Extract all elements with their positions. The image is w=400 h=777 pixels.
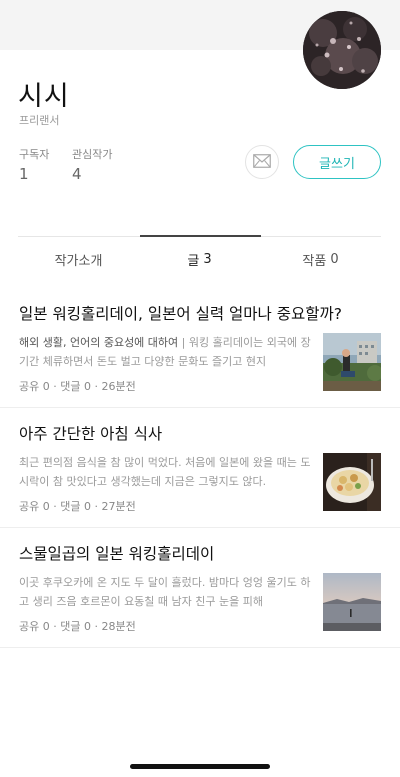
post-item[interactable]: 아주 간단한 아침 식사 최근 편의점 음식을 참 많이 먹었다. 처음에 일본… <box>0 408 400 528</box>
post-meta: 공유 0 · 댓글 0 · 27분전 <box>19 500 136 513</box>
post-title: 아주 간단한 아침 식사 <box>19 425 163 443</box>
tab-label: 글 <box>187 253 200 269</box>
home-indicator[interactable] <box>130 764 270 769</box>
message-button[interactable] <box>245 145 279 179</box>
tab-label: 작가소개 <box>54 253 103 269</box>
post-thumbnail <box>323 333 381 391</box>
subscribers-count: 1 <box>19 165 29 183</box>
post-body: 이곳 후쿠오카에 온 지도 두 달이 흘렀다. 밤마다 엉엉 울기도 하고 생리… <box>19 576 311 608</box>
post-item[interactable]: 일본 워킹홀리데이, 일본어 실력 얼마나 중요할까? 해외 생활, 언어의 중… <box>0 288 400 408</box>
author-role: 프리랜서 <box>19 114 60 127</box>
post-thumbnail <box>323 453 381 511</box>
subscribers-label: 구독자 <box>19 148 50 161</box>
following-label: 관심작가 <box>72 148 113 161</box>
tab-count: 0 <box>330 251 339 267</box>
author-avatar[interactable] <box>303 11 381 89</box>
tab-posts[interactable]: 글 3 <box>139 237 260 281</box>
following-stat[interactable]: 관심작가 4 <box>72 146 112 183</box>
tab-label: 작품 <box>302 253 327 269</box>
post-thumbnail <box>323 573 381 631</box>
tab-works[interactable]: 작품 0 <box>260 237 381 281</box>
post-body: 최근 편의점 음식을 참 많이 먹었다. 처음에 일본에 왔을 때는 도시락이 … <box>19 456 311 488</box>
following-count: 4 <box>72 165 82 183</box>
post-meta: 공유 0 · 댓글 0 · 26분전 <box>19 380 136 393</box>
mail-icon <box>253 153 271 172</box>
profile-tabs: 작가소개 글 3 작품 0 <box>18 237 381 281</box>
post-title: 스물일곱의 일본 워킹홀리데이 <box>19 545 215 563</box>
post-excerpt: 최근 편의점 음식을 참 많이 먹었다. 처음에 일본에 왔을 때는 도시락이 … <box>19 453 315 491</box>
subscribers-stat[interactable]: 구독자 1 <box>19 146 49 183</box>
tab-author-intro[interactable]: 작가소개 <box>18 237 139 281</box>
post-meta: 공유 0 · 댓글 0 · 28분전 <box>19 620 136 633</box>
post-item[interactable]: 스물일곱의 일본 워킹홀리데이 이곳 후쿠오카에 온 지도 두 달이 흘렀다. … <box>0 528 400 648</box>
post-title: 일본 워킹홀리데이, 일본어 실력 얼마나 중요할까? <box>19 305 342 323</box>
author-name: 시시 <box>18 81 70 112</box>
post-separator: | <box>178 336 189 349</box>
post-subtitle: 해외 생활, 언어의 중요성에 대하여 <box>19 336 179 349</box>
post-excerpt: 해외 생활, 언어의 중요성에 대하여 | 워킹 홀리데이는 외국에 장기간 체… <box>19 333 315 371</box>
write-button[interactable]: 글쓰기 <box>293 145 381 179</box>
post-excerpt: 이곳 후쿠오카에 온 지도 두 달이 흘렀다. 밤마다 엉엉 울기도 하고 생리… <box>19 573 315 611</box>
tab-count: 3 <box>203 251 212 267</box>
